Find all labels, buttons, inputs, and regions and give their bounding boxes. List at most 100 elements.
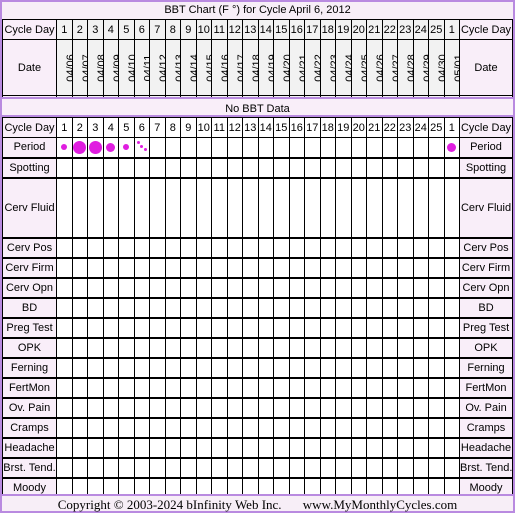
cerv-opn-cell[interactable] bbox=[133, 276, 150, 298]
period-cell[interactable] bbox=[71, 137, 88, 158]
fertmon-cell[interactable] bbox=[397, 376, 414, 398]
spotting-cell[interactable] bbox=[319, 156, 336, 178]
period-cell[interactable] bbox=[381, 137, 398, 158]
cerv-opn-cell[interactable] bbox=[257, 276, 274, 298]
bd-cell[interactable] bbox=[350, 296, 367, 318]
brst-tend-cell[interactable] bbox=[273, 456, 290, 478]
cramps-cell[interactable] bbox=[443, 416, 460, 438]
cramps-cell[interactable] bbox=[304, 416, 321, 438]
cerv-opn-cell[interactable] bbox=[366, 276, 383, 298]
spotting-cell[interactable] bbox=[133, 156, 150, 178]
cerv-firm-cell[interactable] bbox=[56, 256, 73, 278]
fertmon-cell[interactable] bbox=[335, 376, 352, 398]
spotting-cell[interactable] bbox=[335, 156, 352, 178]
cerv-firm-cell[interactable] bbox=[381, 256, 398, 278]
fertmon-cell[interactable] bbox=[319, 376, 336, 398]
headache-cell[interactable] bbox=[226, 436, 243, 458]
period-cell[interactable] bbox=[288, 137, 305, 158]
fertmon-cell[interactable] bbox=[56, 376, 73, 398]
spotting-cell[interactable] bbox=[242, 156, 259, 178]
ov-pain-cell[interactable] bbox=[242, 396, 259, 418]
ov-pain-cell[interactable] bbox=[56, 396, 73, 418]
cerv-fluid-cell[interactable] bbox=[164, 176, 181, 238]
ov-pain-cell[interactable] bbox=[319, 396, 336, 418]
ferning-cell[interactable] bbox=[381, 356, 398, 378]
fertmon-cell[interactable] bbox=[118, 376, 135, 398]
ov-pain-cell[interactable] bbox=[273, 396, 290, 418]
ov-pain-cell[interactable] bbox=[257, 396, 274, 418]
cerv-pos-cell[interactable] bbox=[164, 236, 181, 258]
headache-cell[interactable] bbox=[412, 436, 429, 458]
opk-cell[interactable] bbox=[412, 336, 429, 358]
cerv-opn-cell[interactable] bbox=[180, 276, 197, 298]
period-cell[interactable] bbox=[273, 137, 290, 158]
cerv-fluid-cell[interactable] bbox=[195, 176, 212, 238]
spotting-cell[interactable] bbox=[257, 156, 274, 178]
opk-cell[interactable] bbox=[118, 336, 135, 358]
cerv-firm-cell[interactable] bbox=[443, 256, 460, 278]
bd-cell[interactable] bbox=[428, 296, 445, 318]
ferning-cell[interactable] bbox=[443, 356, 460, 378]
fertmon-cell[interactable] bbox=[164, 376, 181, 398]
bd-cell[interactable] bbox=[257, 296, 274, 318]
bd-cell[interactable] bbox=[381, 296, 398, 318]
cerv-pos-cell[interactable] bbox=[242, 236, 259, 258]
cramps-cell[interactable] bbox=[211, 416, 228, 438]
cerv-pos-cell[interactable] bbox=[350, 236, 367, 258]
brst-tend-cell[interactable] bbox=[133, 456, 150, 478]
fertmon-cell[interactable] bbox=[180, 376, 197, 398]
headache-cell[interactable] bbox=[195, 436, 212, 458]
cramps-cell[interactable] bbox=[242, 416, 259, 438]
spotting-cell[interactable] bbox=[443, 156, 460, 178]
period-cell[interactable] bbox=[149, 137, 166, 158]
opk-cell[interactable] bbox=[195, 336, 212, 358]
bd-cell[interactable] bbox=[412, 296, 429, 318]
fertmon-cell[interactable] bbox=[443, 376, 460, 398]
cerv-pos-cell[interactable] bbox=[319, 236, 336, 258]
opk-cell[interactable] bbox=[226, 336, 243, 358]
cerv-fluid-cell[interactable] bbox=[180, 176, 197, 238]
ov-pain-cell[interactable] bbox=[149, 396, 166, 418]
fertmon-cell[interactable] bbox=[102, 376, 119, 398]
bd-cell[interactable] bbox=[304, 296, 321, 318]
ferning-cell[interactable] bbox=[102, 356, 119, 378]
cerv-firm-cell[interactable] bbox=[288, 256, 305, 278]
ferning-cell[interactable] bbox=[319, 356, 336, 378]
fertmon-cell[interactable] bbox=[71, 376, 88, 398]
cerv-opn-cell[interactable] bbox=[118, 276, 135, 298]
cramps-cell[interactable] bbox=[366, 416, 383, 438]
ferning-cell[interactable] bbox=[412, 356, 429, 378]
cerv-firm-cell[interactable] bbox=[71, 256, 88, 278]
cerv-opn-cell[interactable] bbox=[428, 276, 445, 298]
opk-cell[interactable] bbox=[102, 336, 119, 358]
cerv-opn-cell[interactable] bbox=[397, 276, 414, 298]
bd-cell[interactable] bbox=[273, 296, 290, 318]
headache-cell[interactable] bbox=[71, 436, 88, 458]
period-cell[interactable] bbox=[304, 137, 321, 158]
headache-cell[interactable] bbox=[56, 436, 73, 458]
fertmon-cell[interactable] bbox=[133, 376, 150, 398]
bd-cell[interactable] bbox=[133, 296, 150, 318]
cramps-cell[interactable] bbox=[180, 416, 197, 438]
cramps-cell[interactable] bbox=[257, 416, 274, 438]
ferning-cell[interactable] bbox=[195, 356, 212, 378]
cerv-pos-cell[interactable] bbox=[195, 236, 212, 258]
brst-tend-cell[interactable] bbox=[443, 456, 460, 478]
cerv-firm-cell[interactable] bbox=[304, 256, 321, 278]
cerv-pos-cell[interactable] bbox=[180, 236, 197, 258]
headache-cell[interactable] bbox=[350, 436, 367, 458]
headache-cell[interactable] bbox=[211, 436, 228, 458]
brst-tend-cell[interactable] bbox=[87, 456, 104, 478]
cerv-opn-cell[interactable] bbox=[56, 276, 73, 298]
bd-cell[interactable] bbox=[443, 296, 460, 318]
ferning-cell[interactable] bbox=[164, 356, 181, 378]
period-cell[interactable] bbox=[56, 137, 73, 158]
cramps-cell[interactable] bbox=[412, 416, 429, 438]
period-cell[interactable] bbox=[397, 137, 414, 158]
cerv-pos-cell[interactable] bbox=[288, 236, 305, 258]
cerv-firm-cell[interactable] bbox=[102, 256, 119, 278]
bd-cell[interactable] bbox=[211, 296, 228, 318]
ov-pain-cell[interactable] bbox=[118, 396, 135, 418]
ferning-cell[interactable] bbox=[288, 356, 305, 378]
cerv-fluid-cell[interactable] bbox=[366, 176, 383, 238]
